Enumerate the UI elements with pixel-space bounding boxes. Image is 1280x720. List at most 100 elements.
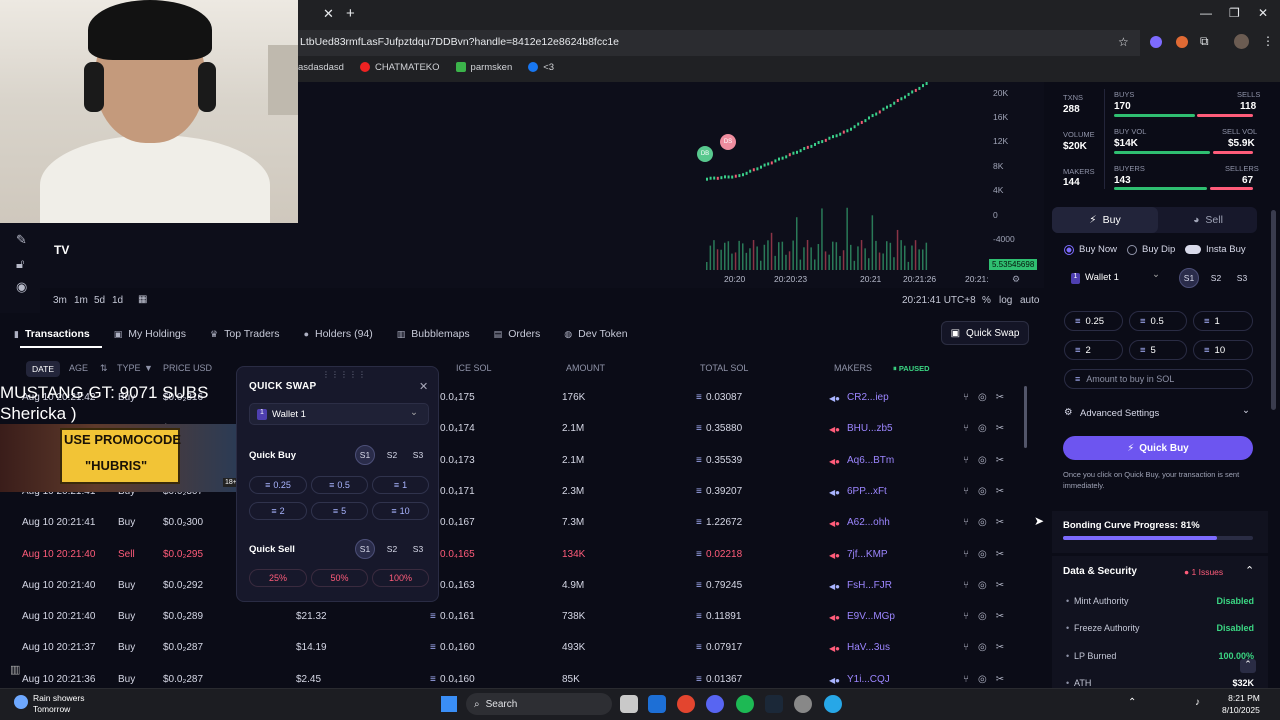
amount-preset[interactable]: ≡ 2	[1064, 340, 1123, 360]
new-tab-button[interactable]: +	[346, 5, 355, 22]
percent-scale[interactable]: %	[982, 295, 991, 306]
amount-preset[interactable]: ≡ 0.5	[1129, 311, 1187, 331]
tray-chevron-icon[interactable]: ⌃	[1128, 697, 1136, 708]
steam-icon[interactable]	[765, 695, 783, 713]
timeframe-5d[interactable]: 5d	[94, 295, 105, 306]
store-icon[interactable]	[648, 695, 666, 713]
row-action-icons[interactable]: ⑂◎✂	[963, 392, 1013, 403]
profile-avatar[interactable]	[1234, 34, 1249, 49]
page-scrollbar[interactable]	[1271, 210, 1276, 410]
quick-sell-pct[interactable]: 50%	[311, 569, 368, 587]
preset-s1[interactable]: S1	[1179, 268, 1199, 288]
preset-s3[interactable]: S3	[1232, 268, 1252, 288]
column-makers[interactable]: MAKERS	[834, 363, 872, 373]
row-maker[interactable]: Y1i...CQJ	[847, 674, 890, 685]
more-icon[interactable]: ⋮	[1262, 34, 1274, 48]
preset-s2[interactable]: S2	[1206, 268, 1226, 288]
column-price-sol[interactable]: ICE SOL	[456, 363, 492, 373]
quick-buy-amount[interactable]: ≡ 5	[311, 502, 368, 520]
quick-buy-amount[interactable]: ≡ 2	[249, 502, 307, 520]
scroll-top-icon[interactable]: ⌃	[1240, 659, 1256, 673]
preset-s1[interactable]: S1	[355, 445, 375, 465]
column-type[interactable]: TYPE	[117, 363, 141, 373]
table-row[interactable]: Aug 10 20:21:40 Sell $0.0₂295 ≡ 0.0₄165 134K…	[20, 540, 1050, 571]
row-action-icons[interactable]: ⑂◎✂	[963, 580, 1013, 591]
weather-icon[interactable]	[14, 695, 28, 709]
tab-bubblemaps[interactable]: ▥ Bubblemaps	[397, 328, 470, 340]
quick-buy-amount[interactable]: ≡ 1	[372, 476, 429, 494]
lock-icon[interactable]: 🔓︎	[16, 256, 24, 272]
amount-preset[interactable]: ≡ 5	[1129, 340, 1187, 360]
timeframe-1d[interactable]: 1d	[112, 295, 123, 306]
bookmark-item[interactable]: asdasdasd	[298, 62, 344, 73]
close-window-icon[interactable]: ✕	[1258, 6, 1268, 20]
bookmark-item[interactable]: <3	[528, 62, 554, 73]
row-maker[interactable]: FsH...FJR	[847, 580, 892, 591]
sell-preset-s1[interactable]: S1	[355, 539, 375, 559]
puzzle-icon[interactable]: ⧉	[1200, 34, 1209, 49]
quick-sell-pct[interactable]: 25%	[249, 569, 307, 587]
table-row[interactable]: Aug 10 20:21:37 Buy $0.0₂287 $14.19 ≡ 0.0₄16…	[20, 633, 1050, 664]
row-maker[interactable]: BHU...zb5	[847, 423, 893, 434]
system-clock[interactable]: 8:21 PM 8/10/2025	[1222, 692, 1260, 716]
row-maker[interactable]: E9V...MGp	[847, 611, 895, 622]
tab-holders[interactable]: ● Holders (94)	[304, 328, 373, 340]
table-scrollbar[interactable]	[1024, 386, 1027, 448]
tab-orders[interactable]: ▤ Orders	[494, 328, 541, 340]
tab-dev-token[interactable]: ◍ Dev Token	[564, 328, 627, 340]
preset-s2[interactable]: S2	[382, 445, 402, 465]
column-price-usd[interactable]: PRICE USD	[163, 363, 212, 373]
quick-sell-pct[interactable]: 100%	[372, 569, 429, 587]
wallet-dropdown[interactable]: 1 Wallet 1 ⌄	[1064, 268, 1169, 288]
extension-icon[interactable]	[1150, 36, 1162, 48]
amount-preset[interactable]: ≡ 1	[1193, 311, 1253, 331]
close-icon[interactable]: ✕	[419, 380, 428, 393]
eye-icon[interactable]: ◉	[16, 279, 27, 295]
buy-now-option[interactable]: Buy Now	[1064, 244, 1117, 255]
minimize-icon[interactable]: —	[1200, 6, 1212, 20]
advanced-settings-toggle[interactable]: ⚙ Advanced Settings ⌄	[1064, 405, 1254, 423]
sell-tab[interactable]: ◕ Sell	[1160, 207, 1256, 233]
row-action-icons[interactable]: ⑂◎✂	[963, 549, 1013, 560]
quick-buy-amount[interactable]: ≡ 0.5	[311, 476, 368, 494]
row-action-icons[interactable]: ⑂◎✂	[963, 455, 1013, 466]
telegram-icon[interactable]	[824, 695, 842, 713]
row-action-icons[interactable]: ⑂◎✂	[963, 674, 1013, 685]
tab-my-holdings[interactable]: ▣ My Holdings	[114, 328, 186, 340]
chrome-icon[interactable]	[677, 695, 695, 713]
sell-preset-s2[interactable]: S2	[382, 539, 402, 559]
quick-buy-amount[interactable]: ≡ 10	[372, 502, 429, 520]
weather-widget[interactable]: Rain showers Tomorrow	[33, 693, 85, 715]
tab-close-icon[interactable]: ✕	[323, 6, 334, 22]
discord-icon[interactable]	[706, 695, 724, 713]
taskbar-search[interactable]: ⌕ Search	[466, 693, 612, 715]
column-total-sol[interactable]: TOTAL SOL	[700, 363, 748, 373]
buy-tab[interactable]: ⚡︎ Buy	[1052, 207, 1158, 233]
row-action-icons[interactable]: ⑂◎✂	[963, 517, 1013, 528]
sort-icon[interactable]: ⇅	[100, 363, 108, 374]
row-maker[interactable]: A62...ohh	[847, 517, 890, 528]
spotify-icon[interactable]	[736, 695, 754, 713]
row-maker[interactable]: Aq6...BTm	[847, 455, 894, 466]
row-maker[interactable]: HaV...3us	[847, 642, 890, 653]
auto-scale[interactable]: auto	[1020, 295, 1039, 306]
bookmark-item[interactable]: parmsken	[455, 62, 512, 73]
buy-dip-option[interactable]: Buy Dip	[1127, 244, 1175, 255]
chevron-up-icon[interactable]: ⌃	[1245, 564, 1254, 577]
amount-preset[interactable]: ≡ 10	[1193, 340, 1253, 360]
insta-buy-toggle[interactable]: Insta Buy	[1185, 244, 1246, 255]
timeframe-3m[interactable]: 3m	[53, 295, 67, 306]
table-row[interactable]: Aug 10 20:21:40Buy$0.0₂292≡ 0.0₄1634.9M≡…	[20, 571, 1050, 602]
extension-icon[interactable]	[1176, 36, 1188, 48]
column-amount[interactable]: AMOUNT	[566, 363, 605, 373]
windows-start-icon[interactable]	[441, 696, 457, 712]
column-age[interactable]: AGE	[69, 363, 88, 373]
table-row[interactable]: Aug 10 20:21:36 Buy $0.0₂287 $2.45 ≡ 0.0₄160…	[20, 665, 1050, 688]
filter-icon[interactable]: ▼	[144, 363, 153, 373]
url-text[interactable]: LtbUed83rmfLasFJufpztdqu7DDBvn?handle=84…	[300, 36, 619, 48]
row-maker[interactable]: 7jf...KMP	[847, 549, 888, 560]
amount-preset[interactable]: ≡ 0.25	[1064, 311, 1123, 331]
volume-icon[interactable]: ♪	[1195, 697, 1200, 708]
task-view-icon[interactable]	[620, 695, 638, 713]
row-maker[interactable]: CR2...iep	[847, 392, 889, 403]
